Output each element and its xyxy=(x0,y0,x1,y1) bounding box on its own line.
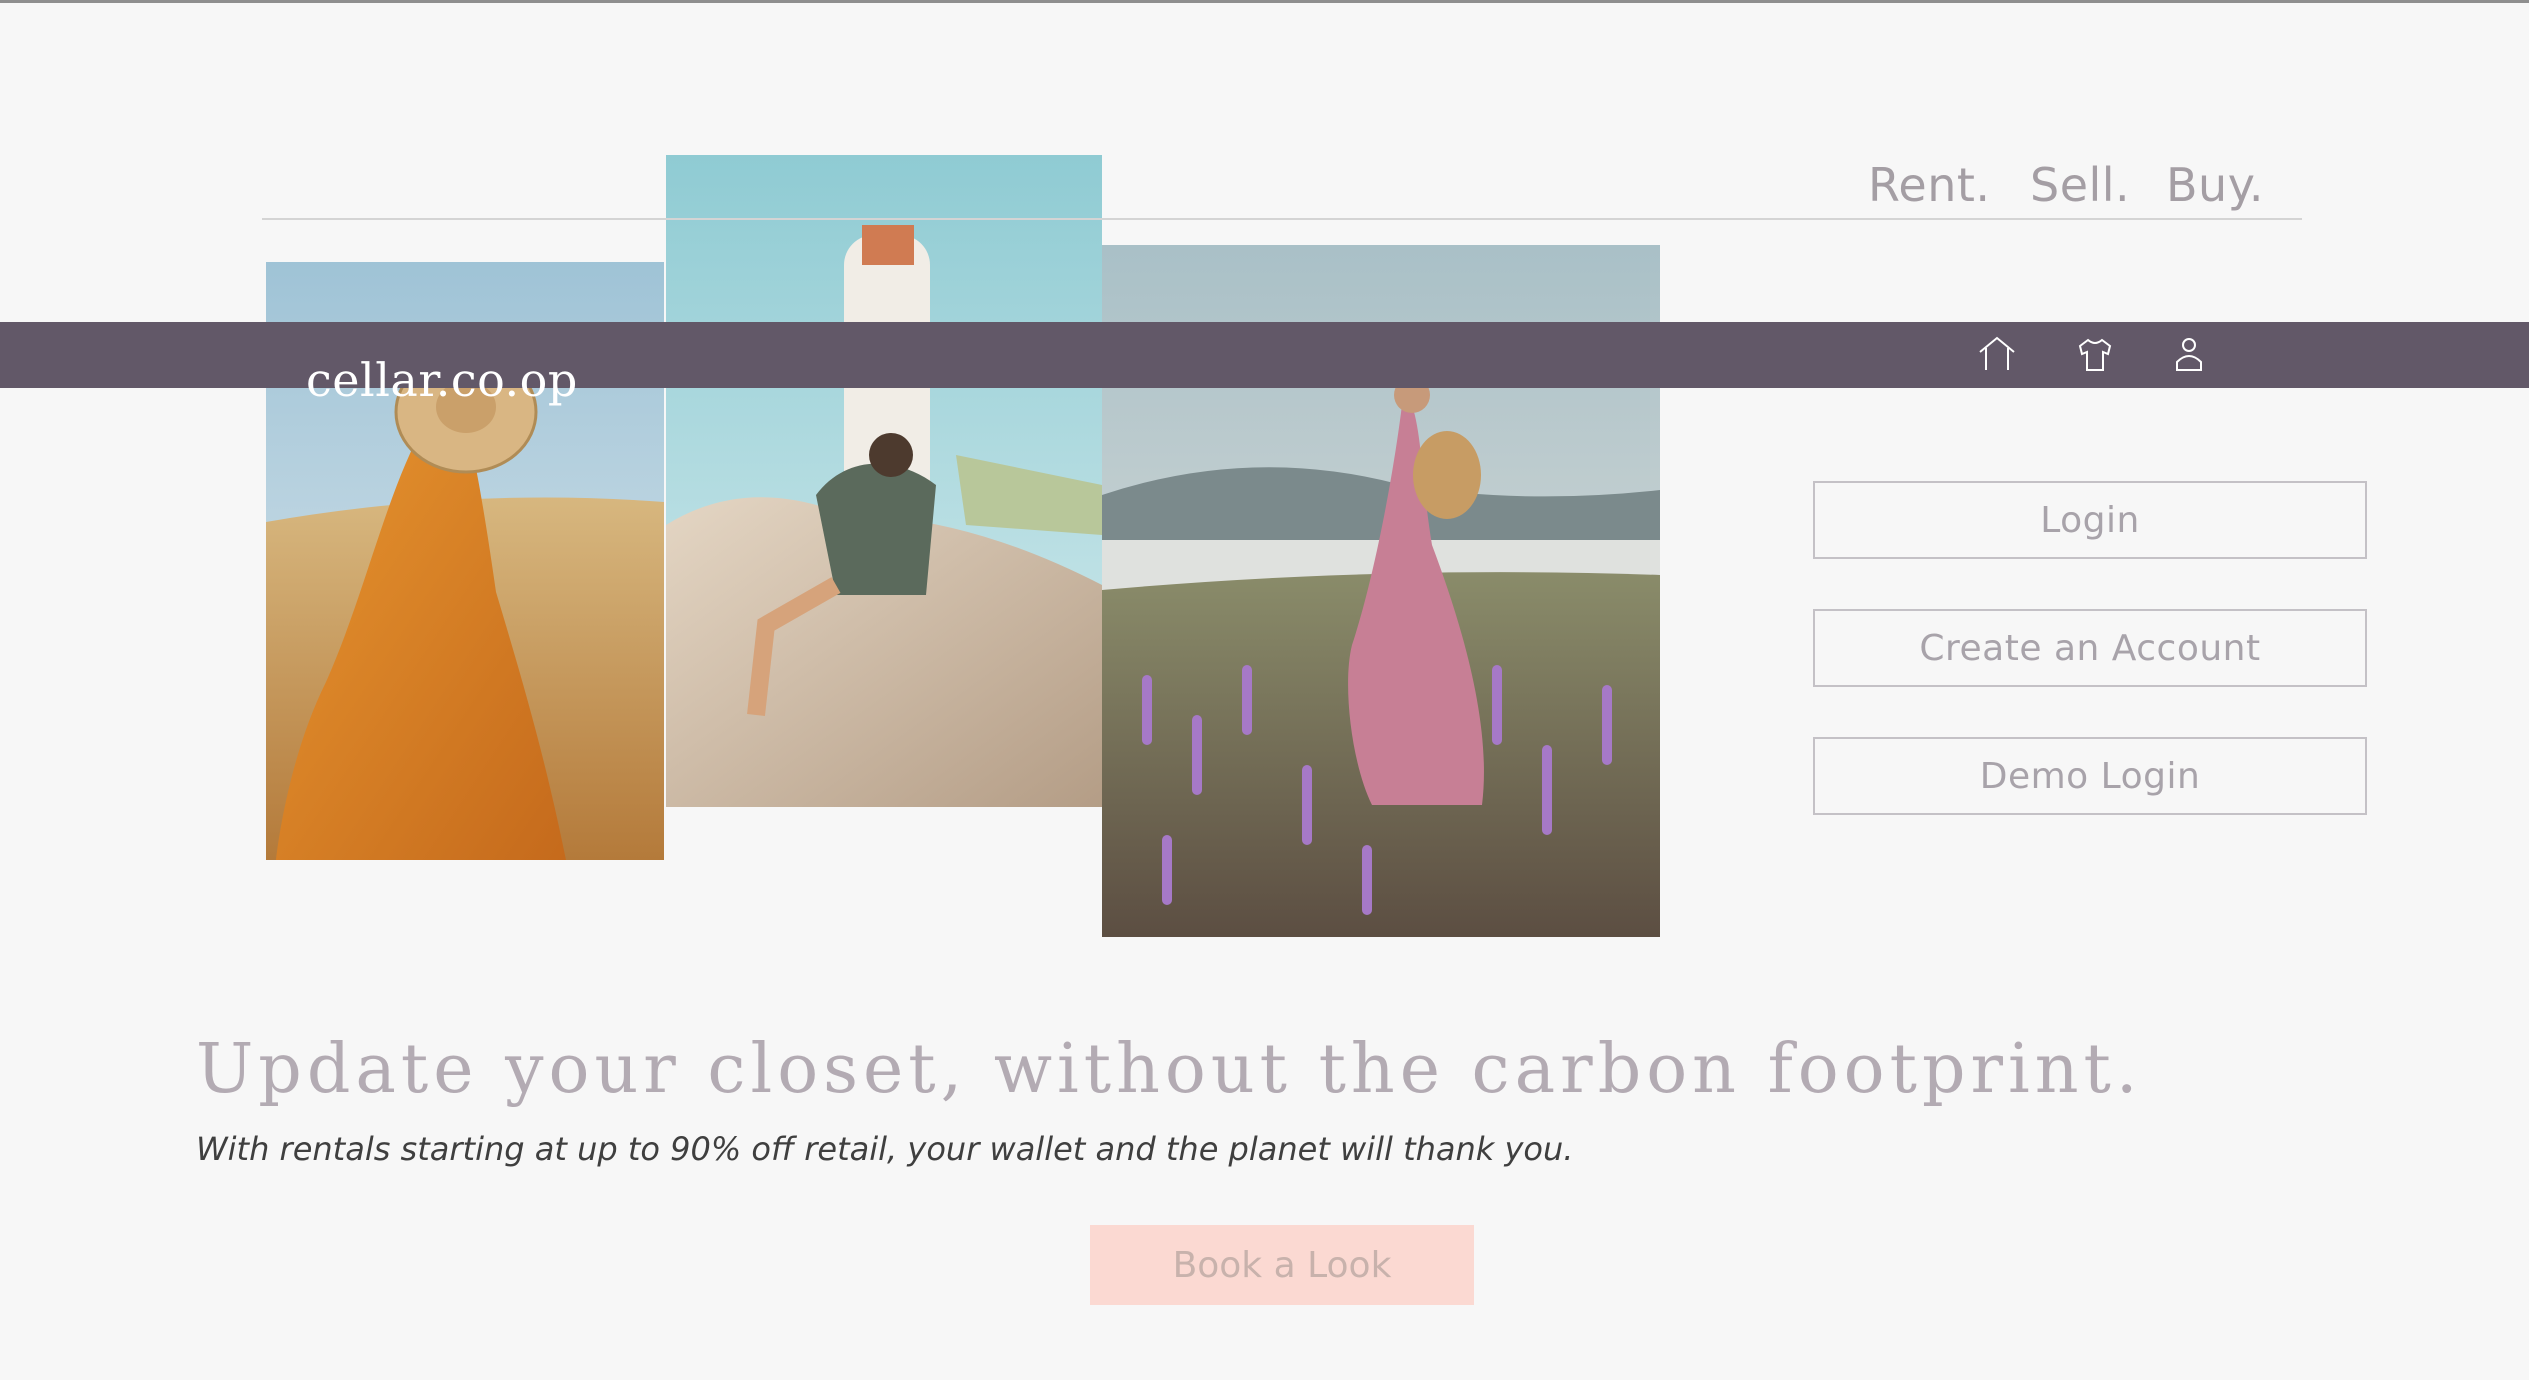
login-button[interactable]: Login xyxy=(1813,481,2367,559)
user-icon[interactable] xyxy=(2166,332,2212,378)
demo-login-button[interactable]: Demo Login xyxy=(1813,737,2367,815)
photo-lighthouse xyxy=(666,155,1102,807)
top-border xyxy=(0,0,2529,3)
logo[interactable]: cellar.co.op xyxy=(306,352,578,412)
tagline-sell: Sell. xyxy=(2030,158,2131,212)
create-account-button[interactable]: Create an Account xyxy=(1813,609,2367,687)
landing-page: Rent. Sell. Buy. cellar.co.op Login Crea… xyxy=(0,0,2529,1380)
tagline: Rent. Sell. Buy. xyxy=(1868,158,2264,212)
tagline-buy: Buy. xyxy=(2166,158,2264,212)
book-a-look-button[interactable]: Book a Look xyxy=(1090,1225,1474,1305)
shirt-icon[interactable] xyxy=(2072,332,2118,378)
home-icon[interactable] xyxy=(1974,332,2020,378)
tagline-rent: Rent. xyxy=(1868,158,1991,212)
hero-subheadline: With rentals starting at up to 90% off r… xyxy=(196,1130,1574,1168)
header-divider xyxy=(262,218,2302,220)
hero-headline: Update your closet, without the carbon f… xyxy=(196,1030,2143,1109)
